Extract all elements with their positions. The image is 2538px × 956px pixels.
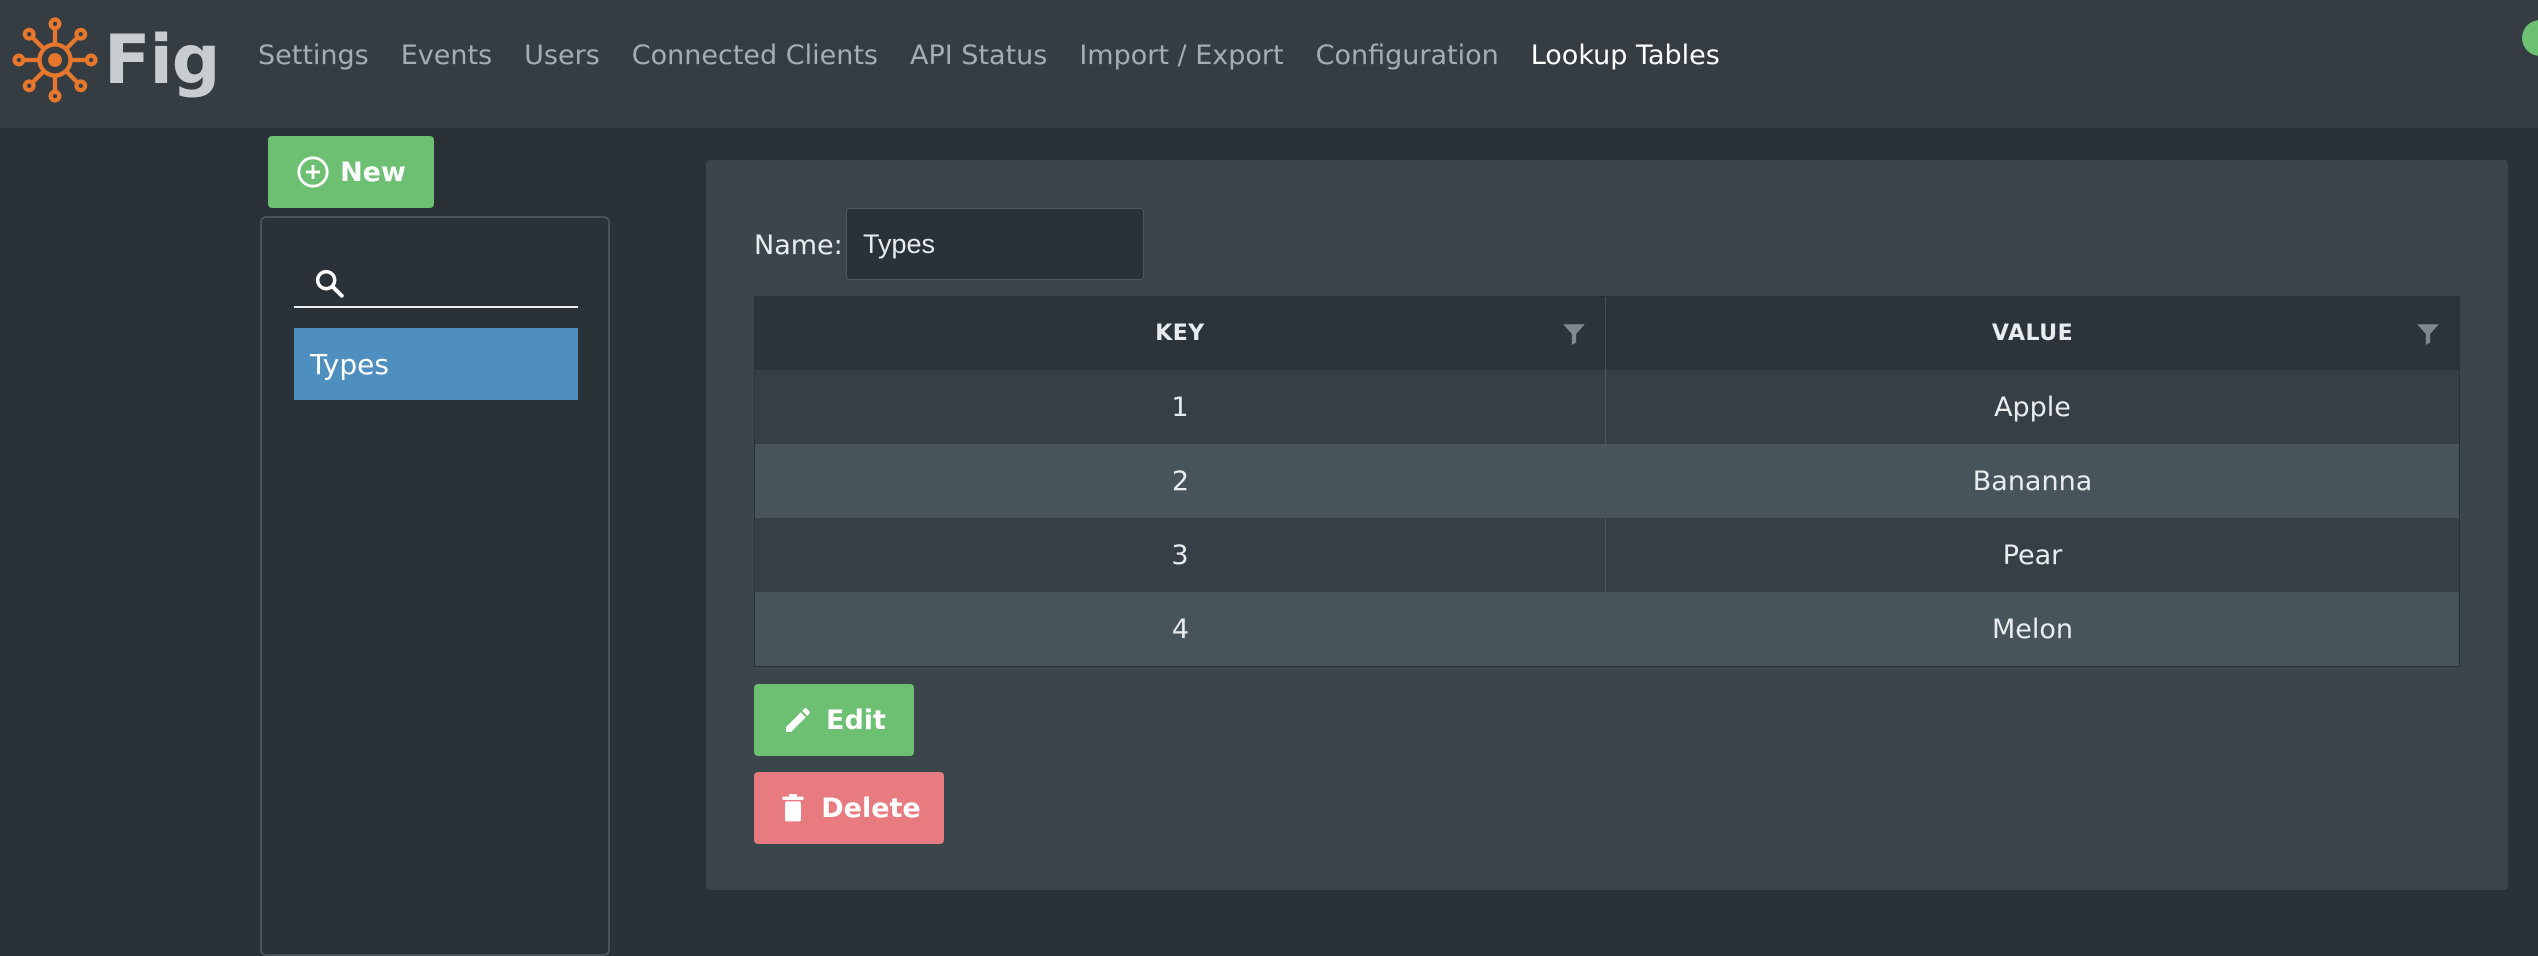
filter-icon[interactable] bbox=[2415, 321, 2441, 347]
top-navbar: Fig Settings Events Users Connected Clie… bbox=[0, 0, 2538, 128]
pencil-icon bbox=[786, 708, 811, 732]
value-cell: Bananna bbox=[1972, 465, 2093, 497]
trash-icon bbox=[782, 794, 804, 822]
nav-settings[interactable]: Settings bbox=[242, 36, 385, 76]
search-input[interactable] bbox=[354, 262, 574, 306]
table-row[interactable]: 2 Bananna bbox=[755, 444, 2459, 518]
lookup-table-detail-panel: Name: KEY VALUE 1 Apple 2 Bananna bbox=[706, 160, 2508, 890]
column-header-key[interactable]: KEY bbox=[755, 297, 1606, 370]
name-label: Name: bbox=[754, 230, 843, 261]
lookup-table-list-panel: Types bbox=[260, 216, 610, 956]
value-cell: Melon bbox=[1991, 613, 2074, 645]
edit-button[interactable]: Edit bbox=[754, 684, 914, 756]
nav-configuration[interactable]: Configuration bbox=[1300, 36, 1515, 76]
nav-connected-clients[interactable]: Connected Clients bbox=[616, 36, 894, 76]
lookup-table-grid: KEY VALUE 1 Apple 2 Bananna 3 Pear 4 Mel… bbox=[754, 296, 2460, 667]
logo-text: Fig bbox=[104, 20, 220, 100]
key-cell: 3 bbox=[755, 518, 1606, 592]
connection-status-indicator bbox=[2522, 20, 2538, 56]
name-input[interactable] bbox=[846, 208, 1144, 280]
delete-button[interactable]: Delete bbox=[754, 772, 944, 844]
app-logo[interactable]: Fig bbox=[12, 17, 220, 103]
main-nav: Settings Events Users Connected Clients … bbox=[242, 36, 1736, 76]
new-button-label: New bbox=[340, 156, 406, 188]
list-item-types[interactable]: Types bbox=[294, 328, 578, 400]
plus-circle-icon bbox=[297, 156, 329, 188]
filter-icon[interactable] bbox=[1561, 321, 1587, 347]
grid-header: KEY VALUE bbox=[755, 297, 2459, 370]
table-row[interactable]: 4 Melon bbox=[755, 592, 2459, 666]
delete-button-label: Delete bbox=[821, 792, 921, 824]
column-header-value[interactable]: VALUE bbox=[1606, 297, 2459, 370]
column-header-key-label: KEY bbox=[1155, 321, 1205, 346]
search-icon bbox=[315, 269, 344, 298]
nav-events[interactable]: Events bbox=[385, 36, 508, 76]
nav-import-export[interactable]: Import / Export bbox=[1063, 36, 1299, 76]
table-row[interactable]: 3 Pear bbox=[755, 518, 2459, 592]
key-cell: 1 bbox=[755, 370, 1606, 444]
key-cell: 4 bbox=[1171, 613, 1190, 645]
edit-button-label: Edit bbox=[826, 704, 886, 736]
key-cell: 2 bbox=[1171, 465, 1190, 497]
value-cell: Pear bbox=[2002, 539, 2063, 571]
table-row[interactable]: 1 Apple bbox=[755, 370, 2459, 444]
logo-icon bbox=[12, 17, 98, 103]
nav-api-status[interactable]: API Status bbox=[894, 36, 1063, 76]
nav-users[interactable]: Users bbox=[508, 36, 616, 76]
new-button[interactable]: New bbox=[268, 136, 434, 208]
nav-lookup-tables[interactable]: Lookup Tables bbox=[1515, 36, 1736, 76]
search-box bbox=[294, 262, 578, 308]
value-cell: Apple bbox=[1994, 391, 2071, 423]
column-header-value-label: VALUE bbox=[1991, 321, 2074, 346]
